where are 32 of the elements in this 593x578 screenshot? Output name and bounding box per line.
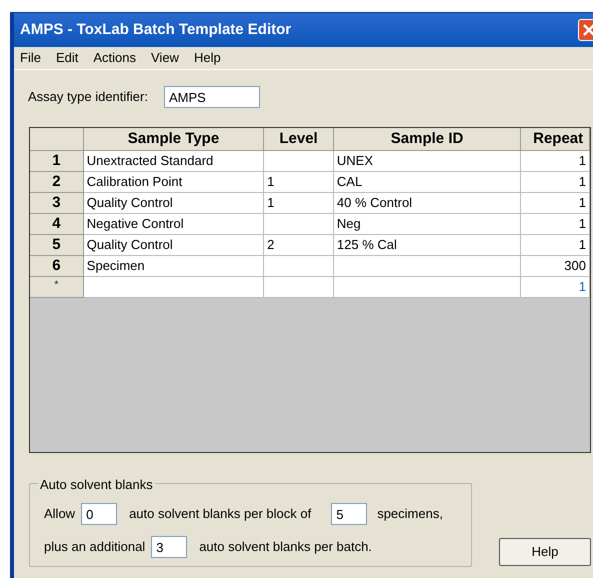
- block-size-field[interactable]: 5: [331, 503, 368, 525]
- label-text: auto solvent blanks per block of: [129, 505, 312, 524]
- menu-item[interactable]: Help: [194, 48, 221, 68]
- row-header[interactable]: 4: [30, 214, 84, 235]
- help-button[interactable]: Help: [499, 538, 591, 566]
- assay-type-field[interactable]: AMPS: [164, 86, 260, 108]
- label-text: auto solvent blanks per batch.: [199, 538, 372, 556]
- menu-item[interactable]: File: [20, 48, 41, 68]
- row-header[interactable]: 6: [30, 256, 84, 277]
- table-cell: [264, 277, 334, 298]
- row-header[interactable]: 5: [30, 235, 84, 256]
- menu-item[interactable]: Edit: [56, 48, 78, 68]
- table-cell: 1: [521, 277, 590, 298]
- menu-item[interactable]: Actions: [93, 48, 136, 68]
- label-text: specimens,: [377, 505, 443, 524]
- menu-item[interactable]: View: [151, 48, 179, 68]
- label-text: plus an additional: [44, 538, 146, 556]
- column-header[interactable]: Sample ID: [334, 128, 522, 151]
- window-title: AMPS - ToxLab Batch Template Editor: [20, 20, 292, 40]
- row-header[interactable]: *: [30, 277, 84, 298]
- blanks-per-block-field[interactable]: 0: [81, 503, 118, 525]
- label-text: Assay type identifier:: [28, 88, 148, 106]
- column-header[interactable]: Level: [264, 128, 334, 151]
- column-header[interactable]: Repeat: [521, 128, 590, 151]
- row-header[interactable]: 1: [30, 151, 84, 172]
- corner-cell: [30, 128, 84, 151]
- close-icon: [583, 24, 593, 36]
- additional-blanks-field[interactable]: 3: [151, 536, 188, 558]
- row-header[interactable]: 2: [30, 172, 84, 193]
- row-header[interactable]: 3: [30, 193, 84, 214]
- label-text: Allow: [44, 505, 76, 524]
- column-header[interactable]: Sample Type: [84, 128, 264, 151]
